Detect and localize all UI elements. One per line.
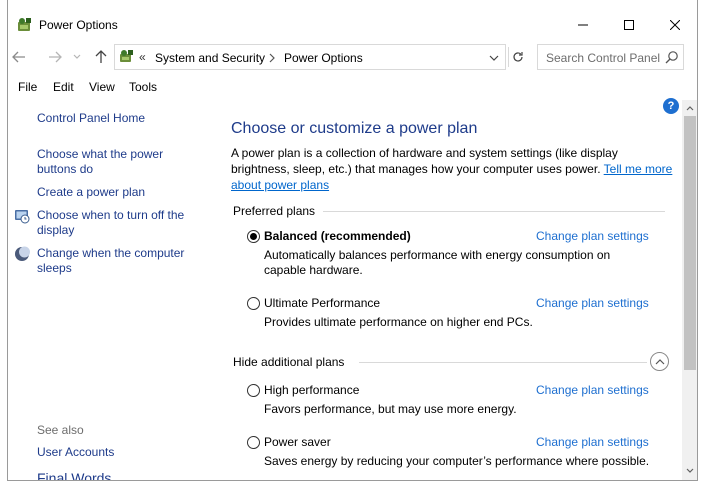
plan-name-ultimate[interactable]: Ultimate Performance	[264, 296, 380, 310]
help-icon[interactable]: ?	[663, 98, 679, 114]
minimize-button[interactable]	[560, 10, 606, 40]
change-plan-settings-balanced[interactable]: Change plan settings	[536, 229, 649, 243]
close-button[interactable]	[652, 10, 697, 40]
chevron-up-icon	[686, 106, 694, 111]
control-panel-icon	[120, 50, 133, 62]
additional-plans-heading[interactable]: Hide additional plans	[233, 355, 344, 369]
search-icon	[665, 51, 678, 64]
chevron-down-icon	[73, 54, 81, 59]
recent-locations-button[interactable]	[68, 47, 86, 67]
plan-radio-balanced[interactable]	[247, 230, 260, 243]
address-bar[interactable]: « System and Security Power Options	[114, 44, 506, 70]
address-overflow-chevron[interactable]: «	[139, 50, 146, 64]
chevron-up-icon	[655, 359, 664, 365]
menu-tools[interactable]: Tools	[129, 80, 157, 94]
moon-icon	[15, 246, 30, 261]
scroll-down-button[interactable]	[682, 463, 697, 479]
close-icon	[670, 20, 680, 30]
menu-bar: File Edit View Tools	[8, 78, 697, 98]
menu-view[interactable]: View	[89, 80, 115, 94]
chevron-down-icon	[686, 468, 694, 473]
plan-desc-balanced: Automatically balances performance with …	[264, 248, 611, 277]
sidebar-link-display-off[interactable]: Choose when to turn off the display	[37, 208, 197, 238]
maximize-icon	[624, 20, 634, 30]
search-input[interactable]: Search Control Panel	[537, 44, 684, 70]
preferred-plans-heading: Preferred plans	[233, 204, 316, 218]
up-button[interactable]	[92, 47, 110, 67]
chevron-right-icon[interactable]	[268, 53, 276, 63]
plan-name-balanced[interactable]: Balanced (recommended)	[264, 229, 411, 243]
user-accounts-link[interactable]: User Accounts	[37, 445, 114, 460]
window-title: Power Options	[39, 18, 118, 32]
scroll-up-button[interactable]	[682, 100, 697, 116]
menu-file[interactable]: File	[18, 80, 37, 94]
vertical-scrollbar[interactable]	[682, 100, 697, 480]
plan-desc-high-performance: Favors performance, but may use more ene…	[264, 402, 517, 416]
additional-plans-divider	[359, 362, 647, 363]
power-options-window: Power Options « System and Security Powe…	[7, 0, 698, 481]
refresh-button[interactable]	[508, 47, 526, 67]
description-text: A power plan is a collection of hardware…	[231, 146, 618, 176]
maximize-button[interactable]	[606, 10, 652, 40]
sidebar-link-create-plan[interactable]: Create a power plan	[37, 185, 145, 200]
left-pane: Control Panel Home Choose what the power…	[8, 100, 213, 481]
address-row: « System and Security Power Options Sear…	[8, 44, 697, 70]
chevron-down-icon[interactable]	[489, 54, 499, 62]
change-plan-settings-high-performance[interactable]: Change plan settings	[536, 383, 649, 397]
title-bar: Power Options	[8, 0, 697, 40]
refresh-icon	[512, 52, 523, 62]
forward-button[interactable]	[46, 47, 64, 67]
preferred-plans-divider	[323, 211, 665, 212]
arrow-left-icon	[12, 51, 25, 63]
plan-desc-power-saver: Saves energy by reducing your computer’s…	[264, 454, 650, 468]
sidebar-link-power-buttons[interactable]: Choose what the power buttons do	[37, 147, 187, 177]
scrollbar-thumb[interactable]	[684, 116, 696, 370]
menu-edit[interactable]: Edit	[53, 80, 74, 94]
power-options-icon	[18, 18, 31, 31]
display-clock-icon	[15, 210, 30, 224]
search-placeholder: Search Control Panel	[546, 51, 661, 65]
breadcrumb-power-options[interactable]: Power Options	[284, 51, 363, 65]
plan-name-high-performance[interactable]: High performance	[264, 383, 359, 397]
sidebar-link-sleep[interactable]: Change when the computer sleeps	[37, 246, 197, 276]
control-panel-home-link[interactable]: Control Panel Home	[37, 111, 145, 126]
page-title: Choose or customize a power plan	[231, 120, 478, 137]
arrow-up-icon	[95, 50, 107, 63]
page-description: A power plan is a collection of hardware…	[231, 145, 676, 193]
plan-name-power-saver[interactable]: Power saver	[264, 435, 331, 449]
back-button[interactable]	[10, 47, 28, 67]
plan-radio-power-saver[interactable]	[247, 436, 260, 449]
breadcrumb-system-and-security[interactable]: System and Security	[155, 51, 265, 65]
minimize-icon	[578, 24, 588, 26]
plan-radio-high-performance[interactable]	[247, 384, 260, 397]
collapse-plans-button[interactable]	[650, 352, 669, 371]
plan-desc-ultimate: Provides ultimate performance on higher …	[264, 315, 533, 329]
arrow-right-icon	[49, 51, 62, 63]
change-plan-settings-power-saver[interactable]: Change plan settings	[536, 435, 649, 449]
see-also-label: See also	[37, 423, 84, 437]
final-words-text: Final Words	[37, 470, 112, 481]
change-plan-settings-ultimate[interactable]: Change plan settings	[536, 296, 649, 310]
plan-radio-ultimate[interactable]	[247, 297, 260, 310]
